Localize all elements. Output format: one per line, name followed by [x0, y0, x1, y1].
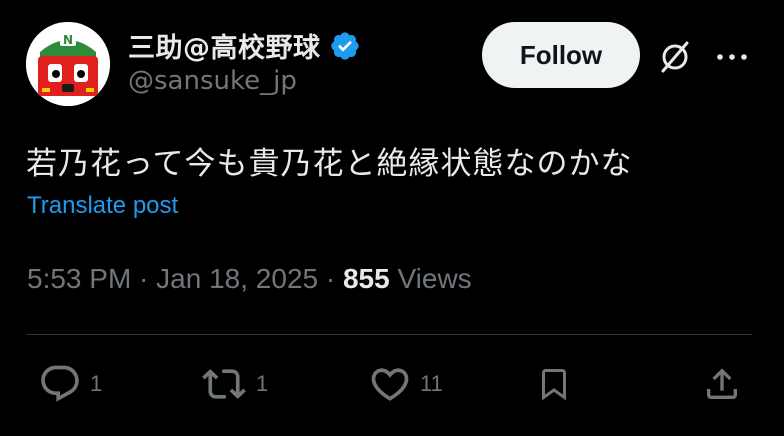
train-mascot-avatar-icon: N [26, 22, 110, 106]
follow-button[interactable]: Follow [482, 22, 640, 88]
reply-button[interactable]: 1 [38, 362, 102, 406]
share-button[interactable] [702, 362, 742, 406]
post-meta: 5:53 PM · Jan 18, 2025 · 855 Views [27, 263, 472, 295]
meta-separator: · [318, 263, 343, 294]
display-name[interactable]: 三助@高校野球 [128, 26, 321, 65]
bookmark-button[interactable] [536, 362, 572, 406]
like-button[interactable]: 11 [368, 362, 443, 406]
tweet: N 三助@高校野球 @sansuke_jp Follow 若乃花って今も貴乃花と… [0, 0, 784, 436]
post-time[interactable]: 5:53 PM [27, 263, 131, 294]
meta-separator: · [131, 263, 157, 294]
views-count: 855 [342, 263, 390, 294]
post-date[interactable]: Jan 18, 2025 [156, 263, 318, 294]
repost-count: 1 [256, 371, 269, 396]
tweet-text: 若乃花って今も貴乃花と絶縁状態なのかな [26, 146, 633, 182]
bookmark-icon [542, 369, 566, 401]
more-options-icon[interactable] [712, 42, 752, 72]
heart-icon [371, 368, 409, 401]
share-icon [707, 368, 737, 399]
author-name-row: 三助@高校野球 [128, 26, 361, 65]
author-handle[interactable]: @sansuke_jp [128, 66, 297, 96]
repost-icon [202, 369, 246, 399]
avatar-letter: N [63, 33, 73, 47]
avatar[interactable]: N [26, 22, 110, 106]
views-label: Views [397, 263, 472, 294]
translate-post-link[interactable]: Translate post [27, 192, 178, 220]
repost-button[interactable]: 1 [200, 362, 268, 406]
reply-count: 1 [90, 371, 103, 396]
like-count: 11 [420, 371, 443, 396]
grok-icon[interactable] [656, 38, 694, 76]
verified-badge-icon[interactable] [329, 30, 361, 62]
divider [26, 334, 752, 335]
reply-icon [41, 365, 79, 402]
